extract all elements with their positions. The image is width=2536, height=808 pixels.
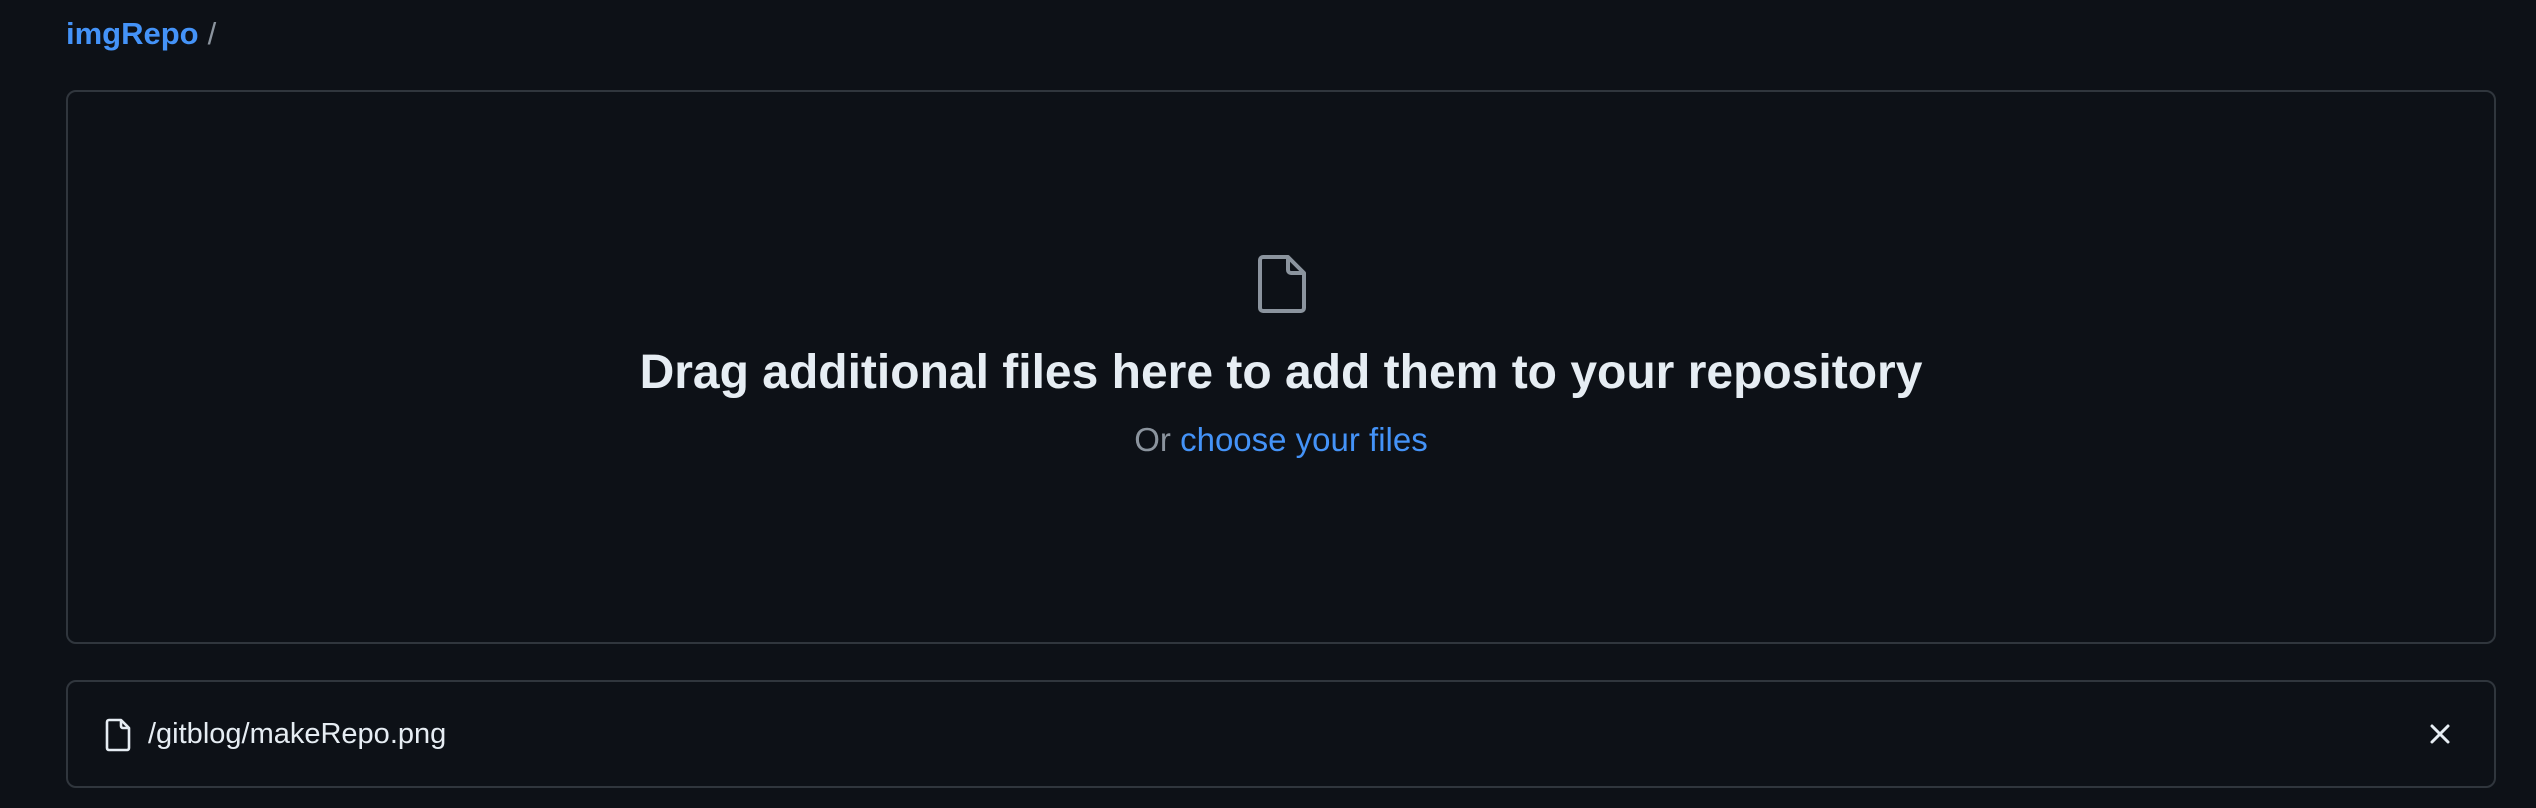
breadcrumb: imgRepo / [66,14,216,54]
file-name: /gitblog/makeRepo.png [148,718,447,750]
close-icon [2430,724,2450,744]
uploaded-file-row: /gitblog/makeRepo.png [66,680,2496,788]
repo-link[interactable]: imgRepo [66,16,199,52]
dropzone-subtitle: Or choose your files [0,420,2536,460]
upload-page: imgRepo / Drag additional files here to … [0,0,2536,808]
dropzone-title: Drag additional files here to add them t… [639,346,1923,399]
remove-file-button[interactable] [2422,716,2458,752]
dropzone-or-text: Or [1134,421,1171,458]
file-icon [1258,255,1306,313]
file-icon [105,718,131,752]
breadcrumb-separator: / [207,16,217,51]
choose-files-link[interactable]: choose your files [1180,421,1428,458]
